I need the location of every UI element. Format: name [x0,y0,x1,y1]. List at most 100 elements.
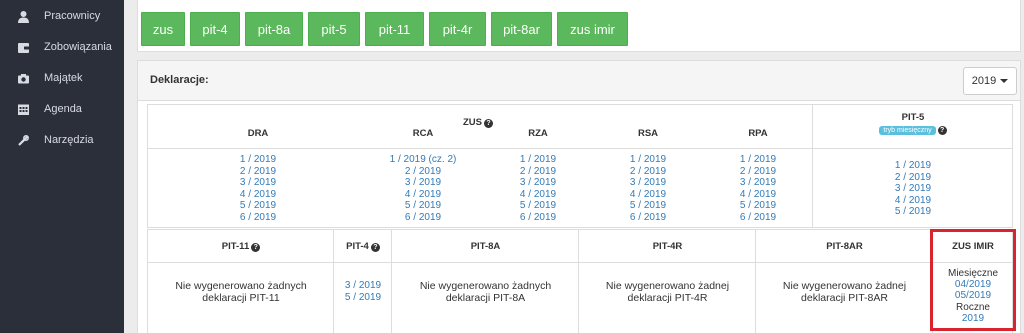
message-line: Nie wygenerowano żadnej [605,280,730,292]
pit5-header: PIT-5 tryb miesięczny? [813,112,1013,135]
rsa-link[interactable]: 1 / 2019 [608,154,688,166]
rza-link[interactable]: 3 / 2019 [498,177,578,189]
sidebar-item-majatek[interactable]: Majątek [0,64,124,92]
tab-pit-5[interactable]: pit-5 [308,12,360,46]
tab-pit-8ar[interactable]: pit-8ar [491,12,552,46]
help-icon[interactable]: ? [484,119,493,128]
message-line: deklaracji PIT-8A [445,292,526,304]
pit8a-header: PIT-8A [470,241,501,252]
pit5-link[interactable]: 2 / 2019 [873,172,953,184]
rsa-link[interactable]: 4 / 2019 [608,189,688,201]
rpa-link[interactable]: 3 / 2019 [718,177,798,189]
pit5-link[interactable]: 4 / 2019 [873,195,953,207]
pit11-header: PIT-11? [148,241,334,252]
message-line: deklaracji PIT-8AR [801,292,888,304]
rca-link[interactable]: 2 / 2019 [373,166,473,178]
help-icon[interactable]: ? [251,243,261,252]
rpa-list: 1 / 2019 2 / 2019 3 / 2019 4 / 2019 5 / … [718,154,798,224]
dra-link[interactable]: 1 / 2019 [218,154,298,166]
rca-link[interactable]: 5 / 2019 [373,200,473,212]
rca-link[interactable]: 4 / 2019 [373,189,473,201]
pit4-list: 3 / 2019 5 / 2019 [334,280,392,304]
pit11-label: PIT-11 [221,241,250,252]
dra-link[interactable]: 3 / 2019 [218,177,298,189]
pit4-link[interactable]: 5 / 2019 [334,292,392,304]
rca-link[interactable]: 1 / 2019 (cz. 2) [373,154,473,166]
tab-pit-4[interactable]: pit-4 [190,12,240,46]
sidebar-item-pracownicy[interactable]: Pracownicy [0,2,124,30]
user-icon [16,9,30,23]
rpa-link[interactable]: 2 / 2019 [718,166,798,178]
dra-link[interactable]: 2 / 2019 [218,166,298,178]
pit11-empty-message: Nie wygenerowano żadnych deklaracji PIT-… [148,280,334,304]
year-value: 2019 [971,75,997,87]
rpa-link[interactable]: 4 / 2019 [718,189,798,201]
rza-list: 1 / 2019 2 / 2019 3 / 2019 4 / 2019 5 / … [498,154,578,224]
sidebar-item-zobowiazania[interactable]: Zobowiązania [0,33,124,61]
rsa-link[interactable]: 3 / 2019 [608,177,688,189]
pit5-link[interactable]: 1 / 2019 [873,160,953,172]
pit4r-empty-message: Nie wygenerowano żadnej deklaracji PIT-4… [579,280,756,304]
tab-zus-imir[interactable]: zus imir [557,12,628,46]
camera-icon [16,71,30,85]
sidebar-item-narzedzia[interactable]: Narzędzia [0,126,124,154]
message-line: Nie wygenerowano żadnej [782,280,907,292]
pit4-label: PIT-4 [346,241,369,252]
col-header-rca: RCA [412,128,434,139]
rza-link[interactable]: 6 / 2019 [498,212,578,224]
pit5-list: 1 / 2019 2 / 2019 3 / 2019 4 / 2019 5 / … [873,160,953,218]
rca-link[interactable]: 3 / 2019 [373,177,473,189]
zus-pit5-table: ZUS? DRA RCA RZA RSA RPA PIT-5 tryb mies… [147,104,1013,228]
tab-pit-8a[interactable]: pit-8a [245,12,303,46]
help-icon[interactable]: ? [370,243,380,252]
sidebar-item-label: Zobowiązania [44,41,112,53]
message-line: deklaracji PIT-11 [202,292,280,304]
rza-link[interactable]: 1 / 2019 [498,154,578,166]
dra-link[interactable]: 5 / 2019 [218,200,298,212]
rca-link[interactable]: 6 / 2019 [373,212,473,224]
zus-label: ZUS [463,117,482,128]
pit8a-empty-message: Nie wygenerowano żadnych deklaracji PIT-… [392,280,579,304]
tab-pit-11[interactable]: pit-11 [365,12,424,46]
rza-link[interactable]: 5 / 2019 [498,200,578,212]
wallet-icon [16,40,30,54]
pit5-link[interactable]: 5 / 2019 [873,206,953,218]
zus-group-header: ZUS? [448,117,508,128]
pit8ar-empty-message: Nie wygenerowano żadnej deklaracji PIT-8… [756,280,933,304]
tab-pit-4r[interactable]: pit-4r [429,12,486,46]
rca-list: 1 / 2019 (cz. 2) 2 / 2019 3 / 2019 4 / 2… [373,154,473,224]
sidebar-item-label: Agenda [44,103,82,115]
message-line: deklaracji PIT-4R [627,292,708,304]
dra-link[interactable]: 4 / 2019 [218,189,298,201]
rsa-link[interactable]: 2 / 2019 [608,166,688,178]
pit5-label: PIT-5 [901,112,925,123]
tab-zus[interactable]: zus [141,12,185,46]
pit-table: PIT-11? PIT-4? PIT-8A PIT-4R PIT-8AR ZUS… [147,229,1013,333]
sidebar-item-label: Majątek [44,72,83,84]
calendar-icon [16,102,30,116]
pit5-link[interactable]: 3 / 2019 [873,183,953,195]
declaration-tabs: zus pit-4 pit-8a pit-5 pit-11 pit-4r pit… [137,0,1021,52]
declarations-title: Deklaracje: [150,74,209,86]
mode-badge: tryb miesięczny [879,126,936,135]
rpa-link[interactable]: 1 / 2019 [718,154,798,166]
pit4-link[interactable]: 3 / 2019 [334,280,392,292]
declarations-header: Deklaracje: 2019 [138,61,1020,101]
col-header-dra: DRA [247,128,269,139]
rpa-link[interactable]: 6 / 2019 [718,212,798,224]
col-header-rza: RZA [528,128,548,139]
rpa-link[interactable]: 5 / 2019 [718,200,798,212]
tools-icon [16,133,30,147]
sidebar: Pracownicy Zobowiązania Majątek Agenda N… [0,0,124,333]
dra-link[interactable]: 6 / 2019 [218,212,298,224]
rsa-link[interactable]: 5 / 2019 [608,200,688,212]
declarations-panel: Deklaracje: 2019 ZUS? DRA RCA RZA RSA RP… [137,60,1021,333]
rza-link[interactable]: 4 / 2019 [498,189,578,201]
sidebar-item-agenda[interactable]: Agenda [0,95,124,123]
year-dropdown[interactable]: 2019 [963,67,1017,95]
rsa-link[interactable]: 6 / 2019 [608,212,688,224]
rza-link[interactable]: 2 / 2019 [498,166,578,178]
pit8ar-header: PIT-8AR [826,241,863,252]
help-icon[interactable]: ? [937,126,947,135]
col-header-rsa: RSA [637,128,659,139]
